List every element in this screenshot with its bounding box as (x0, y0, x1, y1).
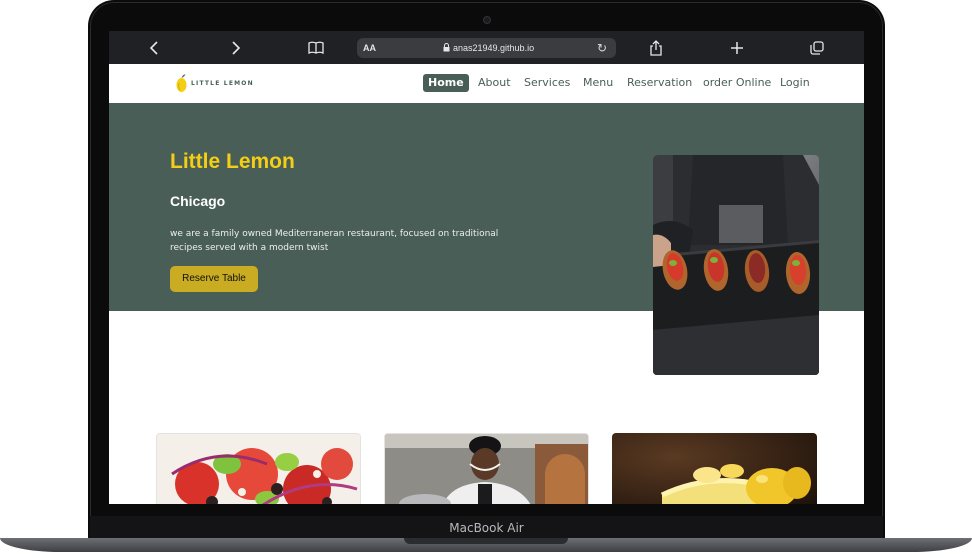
nav-reservation[interactable]: Reservation (627, 74, 692, 92)
camera-icon (483, 16, 491, 24)
nav-order-online[interactable]: order Online (703, 74, 771, 92)
hero-subtitle: Chicago (170, 193, 226, 209)
nav-menu[interactable]: Menu (583, 74, 613, 92)
site-header: LITTLE LEMON Home About Services Menu Re… (109, 64, 864, 103)
bookmarks-icon[interactable] (307, 39, 325, 57)
forward-icon[interactable] (226, 39, 244, 57)
address-bar[interactable]: AA anas21949.github.io ↻ (357, 38, 616, 58)
text-size-button[interactable]: AA (363, 41, 376, 55)
share-icon[interactable] (647, 39, 665, 57)
reload-icon[interactable]: ↻ (597, 40, 607, 56)
card-image-dessert (612, 433, 817, 504)
nav-login[interactable]: Login (780, 74, 810, 92)
back-icon[interactable] (146, 39, 164, 57)
reserve-table-button[interactable]: Reserve Table (170, 266, 258, 292)
browser-toolbar: AA anas21949.github.io ↻ (109, 31, 864, 64)
hero-description: we are a family owned Mediterraneran res… (170, 229, 499, 253)
lock-icon (443, 43, 450, 52)
card-image-salad (156, 433, 361, 504)
tabs-icon[interactable] (808, 39, 826, 57)
nav-about[interactable]: About (478, 74, 511, 92)
laptop-screen: AA anas21949.github.io ↻ LITTLE LEMON Ho… (109, 31, 864, 504)
url-text: anas21949.github.io (453, 43, 535, 53)
site-logo[interactable]: LITTLE LEMON (176, 72, 254, 94)
nav-services[interactable]: Services (524, 74, 570, 92)
card-image-chef (384, 433, 589, 504)
hero-title: Little Lemon (170, 150, 295, 173)
device-label: MacBook Air (449, 521, 524, 535)
nav-home[interactable]: Home (423, 74, 469, 92)
logo-text: LITTLE LEMON (191, 79, 254, 87)
laptop-notch (404, 538, 568, 544)
new-tab-icon[interactable] (728, 39, 746, 57)
hero-food-image (653, 155, 819, 375)
lemon-logo-icon (176, 74, 187, 92)
